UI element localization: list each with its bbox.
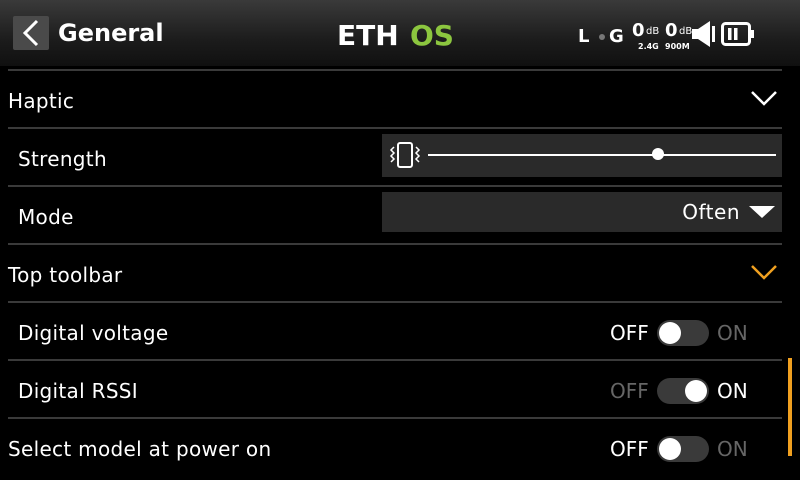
toggle-knob (659, 322, 681, 344)
logo-text-eth: ETH (337, 22, 399, 48)
row-digital-voltage: Digital voltage OFF ON (0, 304, 800, 362)
section-label: Haptic (8, 89, 75, 113)
trainer-l-indicator: L (578, 26, 590, 47)
vibrate-icon (389, 142, 421, 168)
select-model-toggle[interactable]: OFF ON (610, 420, 780, 478)
divider (8, 301, 782, 303)
strength-slider[interactable] (382, 134, 782, 177)
rssi-2g4-value: 0 (632, 20, 645, 41)
section-top-toolbar[interactable]: Top toolbar (0, 246, 800, 304)
toggle-on-label: ON (717, 437, 748, 461)
status-dot (599, 34, 605, 40)
toggle-track[interactable] (657, 320, 709, 346)
row-strength: Strength (0, 130, 800, 188)
logo-text-os: OS (410, 22, 454, 48)
speaker-icon (692, 21, 715, 47)
toggle-track[interactable] (657, 378, 709, 404)
select-model-label: Select model at power on (8, 437, 272, 461)
section-label: Top toolbar (8, 263, 123, 287)
digital-rssi-label: Digital RSSI (18, 379, 139, 403)
scrollbar[interactable] (788, 358, 792, 456)
toggle-track[interactable] (657, 436, 709, 462)
divider (8, 243, 782, 245)
divider (8, 127, 782, 129)
digital-voltage-label: Digital voltage (18, 321, 169, 345)
ethos-logo: ETH OS (337, 19, 463, 52)
rssi-2g4-band: 2.4G (638, 42, 659, 51)
top-bar: General ETH OS L G 0 dB 2.4G 0 dB 900M (0, 0, 800, 66)
rssi-900m-band: 900M (665, 42, 690, 51)
chevron-down-icon (751, 91, 777, 106)
divider (8, 359, 782, 361)
digital-rssi-toggle[interactable]: OFF ON (610, 362, 780, 420)
toggle-on-label: ON (717, 379, 748, 403)
slider-knob[interactable] (651, 148, 664, 160)
rssi-900m-unit: dB (679, 26, 693, 37)
mode-label: Mode (18, 205, 74, 229)
row-digital-rssi: Digital RSSI OFF ON (0, 362, 800, 420)
divider (8, 69, 782, 71)
divider (8, 185, 782, 187)
slider-track (428, 154, 776, 156)
row-mode: Mode Often (0, 188, 800, 246)
toggle-off-label: OFF (610, 437, 649, 461)
toggle-knob (659, 438, 681, 460)
divider (8, 417, 782, 419)
section-haptic[interactable]: Haptic (0, 72, 800, 130)
row-select-model-at-power-on: Select model at power on OFF ON (0, 420, 800, 478)
dropdown-arrow-icon (749, 206, 775, 218)
toggle-knob (685, 380, 707, 402)
chevron-left-icon (22, 19, 39, 47)
toggle-on-label: ON (717, 321, 748, 345)
rssi-900m-value: 0 (665, 20, 678, 41)
page-title: General (58, 19, 164, 47)
strength-label: Strength (18, 147, 107, 171)
digital-voltage-toggle[interactable]: OFF ON (610, 304, 780, 362)
toggle-off-label: OFF (610, 321, 649, 345)
rssi-2g4-unit: dB (646, 26, 660, 37)
status-area: L G 0 dB 2.4G 0 dB 900M (568, 14, 778, 54)
gps-g-indicator: G (609, 26, 624, 47)
back-button[interactable] (13, 16, 49, 50)
battery-icon (721, 22, 754, 46)
mode-value: Often (682, 200, 740, 224)
chevron-down-icon (751, 265, 777, 280)
mode-select[interactable]: Often (382, 192, 782, 232)
toggle-off-label: OFF (610, 379, 649, 403)
